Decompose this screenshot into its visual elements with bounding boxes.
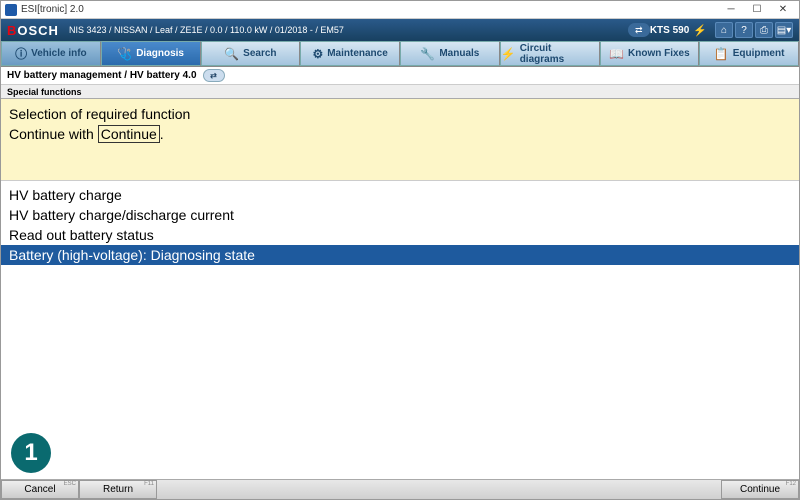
maximize-button[interactable]: ☐: [745, 3, 769, 17]
equipment-icon: 📋: [714, 47, 729, 61]
home-icon[interactable]: ⌂: [715, 22, 733, 38]
app-icon: [5, 4, 17, 16]
device-label: KTS 590: [650, 25, 689, 36]
step-badge: 1: [11, 433, 51, 473]
breadcrumb-swap-icon[interactable]: ⇄: [203, 69, 225, 82]
tab-circuit-diagrams[interactable]: ⚡Circuit diagrams: [500, 41, 600, 66]
app-header: BOSCH NIS 3423 / NISSAN / Leaf / ZE1E / …: [1, 19, 799, 41]
search-icon: 🔍: [224, 47, 239, 61]
diagnosis-icon: 🩺: [117, 47, 132, 61]
tab-search[interactable]: 🔍Search: [201, 41, 301, 66]
tab-equipment[interactable]: 📋Equipment: [699, 41, 799, 66]
bosch-logo: BOSCH: [7, 23, 59, 38]
tab-vehicle-info[interactable]: ⓘVehicle info: [1, 41, 101, 66]
cancel-button[interactable]: CancelESC: [1, 480, 79, 499]
window-titlebar: ESI[tronic] 2.0 ─ ☐ ✕: [1, 1, 799, 19]
section-header: Special functions: [1, 85, 799, 99]
gear-icon: ⚙: [312, 47, 323, 61]
minimize-button[interactable]: ─: [719, 3, 743, 17]
tab-manuals[interactable]: 🔧Manuals: [400, 41, 500, 66]
window-title: ESI[tronic] 2.0: [21, 4, 719, 15]
function-item[interactable]: Battery (high-voltage): Diagnosing state: [1, 245, 799, 265]
instruction-line1: Selection of required function: [9, 105, 791, 125]
breadcrumb: HV battery management / HV battery 4.0 ⇄: [1, 67, 799, 85]
print-icon[interactable]: ⎙: [755, 22, 773, 38]
tab-known-fixes[interactable]: 📖Known Fixes: [600, 41, 700, 66]
wrench-icon: 🔧: [420, 47, 435, 61]
footer-bar: CancelESC ReturnF11 ContinueF12: [1, 479, 799, 499]
book-icon: 📖: [609, 47, 624, 61]
info-icon: ⓘ: [15, 45, 27, 62]
function-item[interactable]: HV battery charge/discharge current: [1, 205, 799, 225]
close-button[interactable]: ✕: [771, 3, 795, 17]
function-item[interactable]: HV battery charge: [1, 185, 799, 205]
connection-icon: ⚡: [693, 24, 707, 37]
vehicle-info-text: NIS 3423 / NISSAN / Leaf / ZE1E / 0.0 / …: [69, 25, 622, 35]
settings-icon[interactable]: ▤▾: [775, 22, 793, 38]
breadcrumb-path: HV battery management / HV battery 4.0: [7, 70, 197, 81]
instruction-panel: Selection of required function Continue …: [1, 99, 799, 181]
return-button[interactable]: ReturnF11: [79, 480, 157, 499]
tab-maintenance[interactable]: ⚙Maintenance: [300, 41, 400, 66]
tab-diagnosis[interactable]: 🩺Diagnosis: [101, 41, 201, 66]
instruction-line2: Continue with Continue.: [9, 125, 791, 145]
swap-vehicle-icon[interactable]: ⇄: [628, 23, 650, 37]
help-icon[interactable]: ?: [735, 22, 753, 38]
circuit-icon: ⚡: [501, 47, 516, 61]
function-list: HV battery chargeHV battery charge/disch…: [1, 181, 799, 269]
main-nav: ⓘVehicle info 🩺Diagnosis 🔍Search ⚙Mainte…: [1, 41, 799, 67]
function-item[interactable]: Read out battery status: [1, 225, 799, 245]
continue-button[interactable]: ContinueF12: [721, 480, 799, 499]
continue-hint-box: Continue: [98, 125, 160, 143]
function-list-container: HV battery chargeHV battery charge/disch…: [1, 181, 799, 479]
